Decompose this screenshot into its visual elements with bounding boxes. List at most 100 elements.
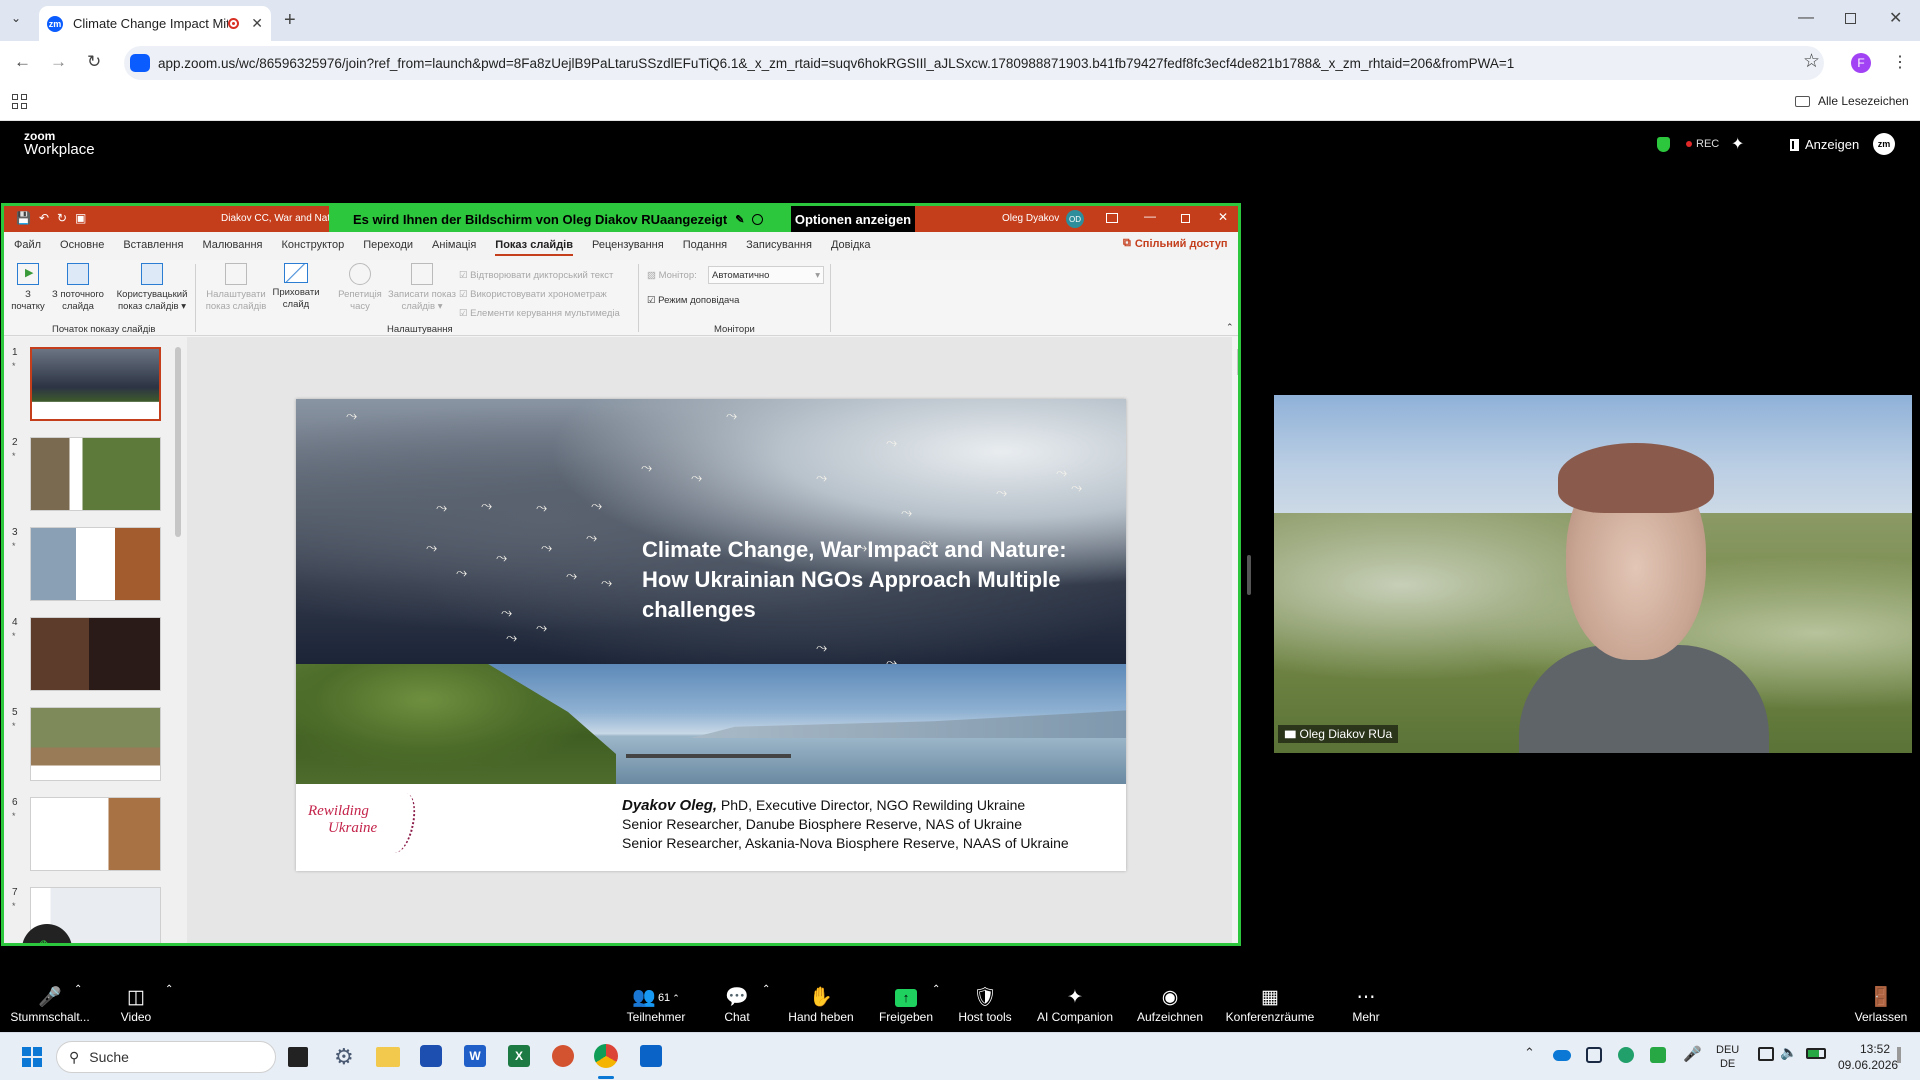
network-icon[interactable] bbox=[1758, 1047, 1774, 1061]
ppt-menu-item[interactable]: Анімація bbox=[432, 239, 476, 256]
chrome-icon[interactable] bbox=[594, 1044, 618, 1068]
audio-options-caret-icon[interactable]: ⌃ bbox=[74, 984, 82, 995]
media-controls-checkbox[interactable]: ☑ Елементи керування мультимедіа bbox=[459, 304, 620, 323]
notification-bell-icon[interactable] bbox=[1897, 1047, 1901, 1063]
video-button[interactable]: ◫ Video bbox=[112, 986, 160, 1024]
apps-grid-icon[interactable] bbox=[12, 94, 27, 109]
settings-gear-icon[interactable]: ⚙ bbox=[334, 1044, 354, 1070]
slide-thumbnail[interactable] bbox=[30, 617, 161, 691]
rec-indicator[interactable]: REC bbox=[1686, 138, 1719, 150]
leave-button[interactable]: 🚪 Verlassen bbox=[1852, 986, 1910, 1024]
file-explorer-icon[interactable] bbox=[376, 1047, 400, 1067]
bookmark-star-icon[interactable]: ☆ bbox=[1803, 50, 1820, 73]
scroll-up-icon[interactable]: ▲ bbox=[1237, 337, 1238, 344]
ppt-menu-item[interactable]: Переходи bbox=[363, 239, 413, 256]
browser-menu-icon[interactable]: ⋮ bbox=[1892, 52, 1908, 72]
ai-companion-button[interactable]: ✦ AI Companion bbox=[1034, 986, 1116, 1024]
shared-screen[interactable]: 💾↶↻▣ Diakov CC, War and Natu Oleg Dyakov… bbox=[1, 203, 1241, 946]
scroll-down-icon[interactable]: ▼ bbox=[1237, 877, 1238, 884]
chat-options-caret-icon[interactable]: ⌃ bbox=[762, 984, 770, 995]
more-button[interactable]: ⋯ Mehr bbox=[1346, 986, 1386, 1024]
slide-thumbnail[interactable] bbox=[30, 797, 161, 871]
collapse-ribbon-icon[interactable]: ⌃ bbox=[1226, 322, 1234, 333]
tray-mic-icon[interactable]: 🎤 bbox=[1683, 1045, 1702, 1063]
all-bookmarks-folder[interactable]: Alle Lesezeichen bbox=[1795, 94, 1909, 108]
outlook-icon[interactable] bbox=[640, 1045, 662, 1067]
chat-button[interactable]: 💬 Chat bbox=[717, 986, 757, 1024]
zoom-tray-icon[interactable] bbox=[1586, 1047, 1602, 1063]
battery-icon[interactable] bbox=[1806, 1048, 1826, 1059]
tray-green-icon[interactable] bbox=[1618, 1047, 1634, 1063]
tab-close-icon[interactable]: ✕ bbox=[251, 15, 263, 32]
slide-thumbnail[interactable] bbox=[30, 437, 161, 511]
powerpoint-icon[interactable] bbox=[552, 1045, 574, 1067]
minimize-window-button[interactable]: — bbox=[1798, 8, 1814, 28]
share-screen-button[interactable]: ↑ Freigeben bbox=[876, 986, 936, 1024]
share-options-caret-icon[interactable]: ⌃ bbox=[932, 984, 940, 995]
ppt-user-name[interactable]: Oleg Dyakov bbox=[1002, 213, 1059, 224]
host-tools-button[interactable]: 🛡 Host tools bbox=[955, 986, 1015, 1024]
volume-icon[interactable]: 🔈 bbox=[1780, 1044, 1797, 1061]
back-button[interactable]: ← bbox=[14, 52, 31, 72]
ppt-menu-item[interactable]: Конструктор bbox=[281, 239, 344, 256]
security-shield-icon[interactable] bbox=[1657, 137, 1670, 152]
word-icon[interactable]: W bbox=[464, 1045, 486, 1067]
timings-checkbox[interactable]: ☑ Використовувати хронометраж bbox=[459, 285, 620, 304]
taskbar-search[interactable]: ⚲ Suche bbox=[56, 1041, 276, 1073]
view-options-button[interactable]: Optionen anzeigen bbox=[791, 206, 915, 232]
video-options-caret-icon[interactable]: ⌃ bbox=[165, 984, 173, 995]
browser-tab[interactable]: zm Climate Change Impact Mit ✕ bbox=[39, 6, 271, 41]
tray-shield-icon[interactable] bbox=[1650, 1047, 1666, 1063]
ppt-menu-item[interactable]: Файл bbox=[14, 239, 41, 256]
narration-checkbox[interactable]: ☑ Відтворювати дикторський текст bbox=[459, 266, 620, 285]
participants-button[interactable]: 👥 61 ⌃ Teilnehmer bbox=[620, 986, 692, 1024]
editor-vscrollbar[interactable] bbox=[1235, 337, 1238, 943]
excel-icon[interactable]: X bbox=[508, 1045, 530, 1067]
ppt-user-avatar[interactable]: OD bbox=[1066, 210, 1084, 228]
tab-search-button[interactable]: ⌄ bbox=[11, 11, 29, 29]
share-access-button[interactable]: ⧉ Спільний доступ bbox=[1123, 237, 1228, 250]
ppt-menu-item[interactable]: Малювання bbox=[202, 239, 262, 256]
onedrive-icon[interactable] bbox=[1553, 1050, 1571, 1061]
slide-thumbnail[interactable] bbox=[30, 707, 161, 781]
ppt-menu-item[interactable]: Основне bbox=[60, 239, 104, 256]
ribbon-display-icon[interactable] bbox=[1106, 213, 1118, 223]
from-current-slide-button[interactable]: З поточного слайда bbox=[48, 263, 108, 313]
ppt-menu-item[interactable]: Записування bbox=[746, 239, 812, 256]
address-bar[interactable]: app.zoom.us/wc/86596325976/join?ref_from… bbox=[124, 46, 1824, 80]
monitor-select[interactable]: Автоматично ▾ bbox=[708, 266, 824, 284]
clock[interactable]: 13:52 09.06.2026 bbox=[1838, 1041, 1898, 1073]
tray-chevron-icon[interactable]: ⌃ bbox=[1524, 1045, 1535, 1061]
ppt-menu-item[interactable]: Довідка bbox=[831, 239, 871, 256]
zoom-avatar[interactable]: zm bbox=[1873, 133, 1895, 155]
ppt-menu-item[interactable]: Рецензування bbox=[592, 239, 664, 256]
reload-button[interactable]: ↻ bbox=[87, 52, 101, 72]
store-icon[interactable] bbox=[420, 1045, 442, 1067]
forward-button[interactable]: → bbox=[50, 52, 67, 72]
thumbnail-scrollbar[interactable] bbox=[175, 347, 181, 537]
input-language[interactable]: DEU DE bbox=[1716, 1043, 1739, 1071]
rehearse-timings-button[interactable]: Репетиція часу bbox=[332, 263, 388, 313]
presenter-view-checkbox[interactable]: ☑ Режим доповідача bbox=[647, 295, 739, 306]
breakout-rooms-button[interactable]: ▦ Konferenzräume bbox=[1224, 986, 1316, 1024]
record-button[interactable]: ◉ Aufzeichnen bbox=[1134, 986, 1206, 1024]
quick-access-icons[interactable]: 💾↶↻▣ bbox=[16, 211, 94, 225]
slide-thumbnail[interactable] bbox=[30, 527, 161, 601]
slide-thumbnail[interactable] bbox=[30, 347, 161, 421]
raise-hand-button[interactable]: ✋ Hand heben bbox=[786, 986, 856, 1024]
profile-avatar[interactable]: F bbox=[1851, 53, 1871, 73]
record-slideshow-button[interactable]: Записати показ слайдів ▾ bbox=[386, 263, 458, 313]
slide-canvas[interactable]: ⤳ ⤳ ⤳ ⤳ ⤳ ⤳ ⤳ ⤳ ⤳ ⤳ ⤳ ⤳ ⤳ ⤳ ⤳ ⤳ ⤳ ⤳ ⤳ ⤳ ⤳ ⤳ ⤳ ⤳ ⤳ ⤳ ⤳ ⤳ Climate Cha… bbox=[296, 399, 1126, 871]
ai-sparkle-icon[interactable]: ✦ bbox=[1731, 134, 1744, 154]
view-button[interactable]: Anzeigen bbox=[1790, 137, 1859, 152]
custom-slideshow-button[interactable]: Користувацький показ слайдів ▾ bbox=[112, 263, 192, 313]
editor-scroll-thumb[interactable] bbox=[1237, 349, 1238, 375]
ppt-menu-item[interactable]: Вставлення bbox=[123, 239, 183, 256]
panel-splitter-handle[interactable] bbox=[1247, 555, 1251, 595]
ppt-close-icon[interactable]: ✕ bbox=[1218, 210, 1228, 224]
close-window-button[interactable]: ✕ bbox=[1889, 9, 1902, 29]
task-view-icon[interactable] bbox=[288, 1047, 308, 1067]
ppt-menu-item[interactable]: Показ слайдів bbox=[495, 239, 573, 256]
setup-slideshow-button[interactable]: Налаштувати показ слайдів bbox=[202, 263, 270, 313]
ppt-minimize-icon[interactable]: — bbox=[1144, 209, 1156, 223]
